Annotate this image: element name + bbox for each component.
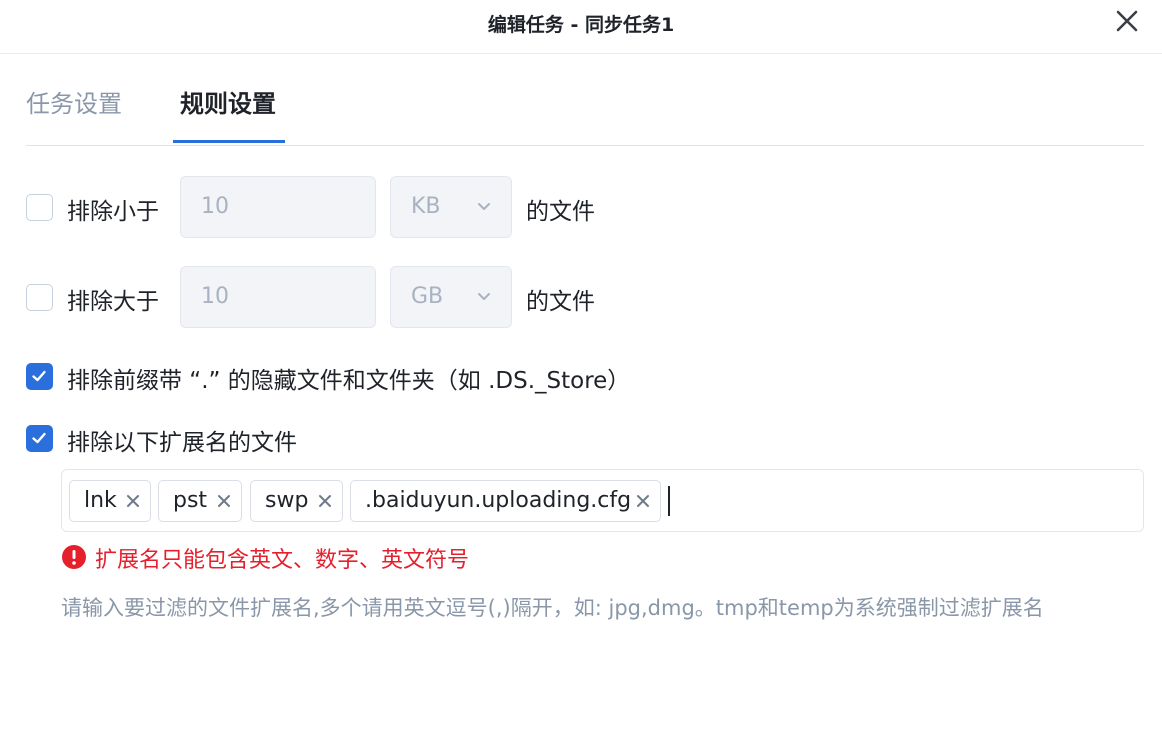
extension-tag-input[interactable]: lnk pst swp .baiduyun.uploading.cfg bbox=[61, 469, 1144, 532]
dialog-title: 编辑任务 - 同步任务1 bbox=[487, 14, 675, 36]
error-icon bbox=[62, 545, 86, 569]
remove-tag-icon[interactable] bbox=[316, 492, 334, 510]
exclude-larger-checkbox[interactable] bbox=[26, 284, 53, 311]
extension-tag: lnk bbox=[69, 480, 151, 522]
exclude-larger-suffix: 的文件 bbox=[526, 289, 595, 315]
extension-tag: swp bbox=[250, 480, 343, 522]
extension-tag: .baiduyun.uploading.cfg bbox=[350, 480, 661, 522]
exclude-smaller-label: 排除小于 bbox=[67, 199, 159, 225]
dialog-header: 编辑任务 - 同步任务1 bbox=[0, 0, 1162, 54]
text-caret bbox=[668, 486, 670, 516]
tag-label: pst bbox=[173, 488, 208, 513]
extension-hint: 请输入要过滤的文件扩展名,多个请用英文逗号(,)隔开，如: jpg,dmg。tm… bbox=[61, 596, 1044, 620]
remove-tag-icon[interactable] bbox=[124, 492, 142, 510]
active-tab-indicator bbox=[173, 140, 285, 143]
tag-label: swp bbox=[265, 488, 309, 513]
exclude-larger-size-input[interactable]: 10 bbox=[180, 266, 376, 328]
tab-task-settings[interactable]: 任务设置 bbox=[26, 84, 122, 119]
exclude-smaller-size-input[interactable]: 10 bbox=[180, 176, 376, 238]
chevron-down-icon bbox=[478, 203, 490, 210]
tab-rule-settings[interactable]: 规则设置 bbox=[180, 84, 276, 119]
rule-exclude-larger: 排除大于 10 GB 的文件 bbox=[26, 266, 646, 328]
rule-exclude-extensions: 排除以下扩展名的文件 bbox=[26, 422, 626, 456]
exclude-larger-unit-select[interactable]: GB bbox=[390, 266, 512, 328]
exclude-hidden-checkbox[interactable] bbox=[26, 363, 53, 390]
exclude-ext-label: 排除以下扩展名的文件 bbox=[67, 430, 297, 456]
tab-bar: 任务设置 规则设置 bbox=[26, 54, 1144, 146]
exclude-larger-label: 排除大于 bbox=[67, 289, 159, 315]
chevron-down-icon bbox=[478, 293, 490, 300]
exclude-ext-checkbox[interactable] bbox=[26, 425, 53, 452]
exclude-smaller-checkbox[interactable] bbox=[26, 194, 53, 221]
check-icon bbox=[32, 432, 46, 444]
exclude-smaller-unit-value: KB bbox=[411, 194, 441, 219]
tag-label: lnk bbox=[84, 488, 117, 513]
exclude-hidden-label: 排除前缀带 “.” 的隐藏文件和文件夹（如 .DS._Store） bbox=[67, 368, 631, 394]
remove-tag-icon[interactable] bbox=[634, 492, 652, 510]
rule-exclude-smaller: 排除小于 10 KB 的文件 bbox=[26, 176, 646, 238]
exclude-larger-unit-value: GB bbox=[411, 284, 444, 309]
exclude-smaller-suffix: 的文件 bbox=[526, 199, 595, 225]
remove-tag-icon[interactable] bbox=[215, 492, 233, 510]
close-icon bbox=[1116, 10, 1138, 32]
exclude-smaller-unit-select[interactable]: KB bbox=[390, 176, 512, 238]
tag-label: .baiduyun.uploading.cfg bbox=[365, 488, 632, 513]
error-text: 扩展名只能包含英文、数字、英文符号 bbox=[95, 548, 470, 573]
rule-exclude-hidden: 排除前缀带 “.” 的隐藏文件和文件夹（如 .DS._Store） bbox=[26, 360, 1126, 394]
close-button[interactable] bbox=[1114, 8, 1140, 34]
check-icon bbox=[32, 370, 46, 382]
extension-tag: pst bbox=[158, 480, 242, 522]
